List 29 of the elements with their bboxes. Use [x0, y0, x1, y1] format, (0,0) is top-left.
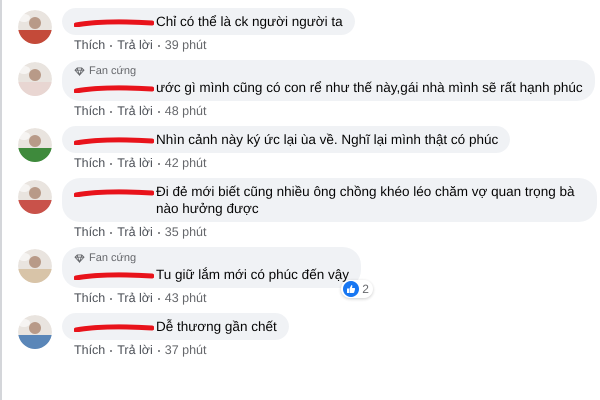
like-link[interactable]: Thích [74, 343, 106, 358]
like-link[interactable]: Thích [74, 38, 106, 53]
comment-text: Nhìn cảnh này ký ức lại ùa về. Nghĩ lại mình thật có phúc [156, 131, 498, 148]
reply-link[interactable]: Trả lời [117, 343, 153, 358]
diamond-icon [74, 254, 85, 263]
like-link[interactable]: Thích [74, 291, 106, 306]
like-link[interactable]: Thích [74, 156, 106, 171]
like-link[interactable]: Thích [74, 225, 106, 240]
timestamp[interactable]: 35 phút [164, 225, 206, 240]
timestamp[interactable]: 48 phút [164, 104, 206, 119]
reply-link[interactable]: Trả lời [117, 291, 153, 306]
comment-text: Dễ thương gần chết [156, 318, 277, 335]
timestamp[interactable]: 43 phút [164, 291, 206, 306]
reply-link[interactable]: Trả lời [117, 38, 153, 53]
timestamp[interactable]: 37 phút [164, 343, 206, 358]
diamond-icon [74, 67, 85, 76]
comment-text: Tu giữ lắm mới có phúc đến vậy [156, 266, 349, 283]
timestamp[interactable]: 39 phút [164, 38, 206, 53]
like-link[interactable]: Thích [74, 104, 106, 119]
badge-label: Fan cứng [89, 252, 136, 265]
comment-text: Đi đẻ mới biết cũng nhiều ông chồng khéo léo chăm vợ quan trọng bà nào hưởng được [156, 183, 576, 217]
reply-link[interactable]: Trả lời [117, 225, 153, 240]
comment-text: ước gì mình cũng có con rể như thế này,gái nhà mình sẽ rất hạnh phúc [156, 79, 583, 96]
reply-link[interactable]: Trả lời [117, 156, 153, 171]
timestamp[interactable]: 42 phút [164, 156, 206, 171]
thumbs-up-icon [343, 281, 360, 297]
badge-label: Fan cứng [89, 65, 136, 78]
comment-text: Chỉ có thể là ck người người ta [156, 13, 343, 30]
reply-link[interactable]: Trả lời [117, 104, 153, 119]
